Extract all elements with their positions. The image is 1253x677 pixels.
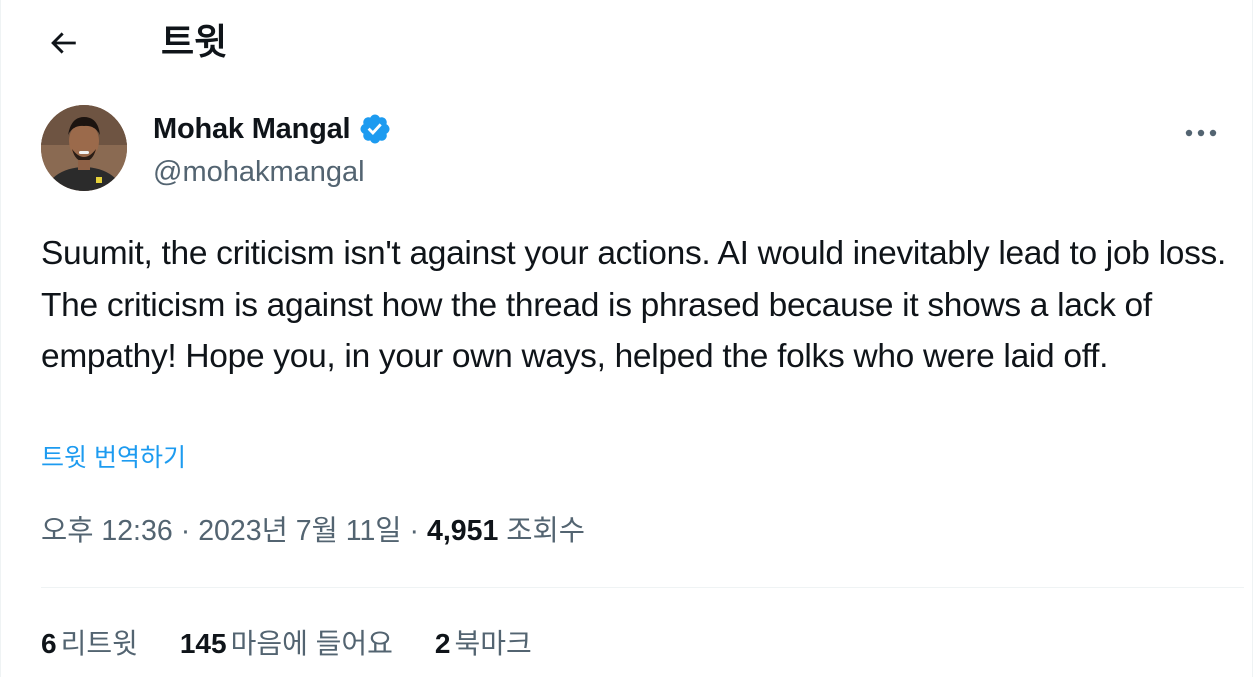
- page-title: 트윗: [161, 21, 228, 62]
- avatar[interactable]: [41, 105, 127, 191]
- more-dots-icon: [1185, 129, 1217, 137]
- bookmarks-label: 북마크: [454, 628, 532, 659]
- arrow-left-icon: [51, 32, 76, 54]
- tweet-timestamp-link[interactable]: 오후 12:36 · 2023년 7월 11일: [41, 515, 402, 547]
- retweets-stat[interactable]: 6 리트윗: [41, 624, 138, 664]
- bookmarks-stat[interactable]: 2 북마크: [435, 624, 532, 664]
- tweet-text: Suumit, the criticism isn't against your…: [41, 235, 1227, 375]
- divider: [41, 587, 1244, 588]
- more-options-button[interactable]: [1181, 113, 1221, 153]
- views-label: 조회수: [506, 515, 585, 547]
- author-row: Mohak Mangal @mohakmangal: [41, 105, 1221, 195]
- engagement-stats: 6 리트윗 145 마음에 들어요 2 북마크: [41, 624, 574, 664]
- translate-tweet-link[interactable]: 트윗 번역하기: [41, 440, 186, 476]
- likes-label: 마음에 들어요: [230, 628, 393, 659]
- retweets-count: 6: [41, 628, 57, 659]
- views-count: 4,951: [427, 515, 499, 547]
- author-name: Mohak Mangal: [153, 113, 351, 145]
- likes-stat[interactable]: 145 마음에 들어요: [180, 624, 393, 664]
- tweet-time: 오후 12:36: [41, 515, 173, 547]
- tweet-date: 2023년 7월 11일: [198, 515, 402, 547]
- back-button[interactable]: [35, 21, 91, 65]
- retweets-label: 리트윗: [60, 628, 138, 659]
- verified-badge-icon: [360, 114, 390, 144]
- tweet-meta: 오후 12:36 · 2023년 7월 11일 · 4,951 조회수: [41, 511, 585, 551]
- profile-photo: [41, 105, 127, 191]
- bookmarks-count: 2: [434, 628, 451, 659]
- meta-separator: ·: [180, 515, 191, 547]
- meta-separator: ·: [409, 515, 420, 547]
- author-name-link[interactable]: Mohak Mangal: [153, 109, 392, 149]
- likes-count: 145: [179, 628, 227, 659]
- author-handle[interactable]: @mohakmangal: [153, 153, 365, 191]
- tweet-detail-page: 트윗 Mohak Mangal @mohakmangal Suumit, the…: [0, 0, 1253, 677]
- top-bar: 트윗: [1, 0, 1252, 88]
